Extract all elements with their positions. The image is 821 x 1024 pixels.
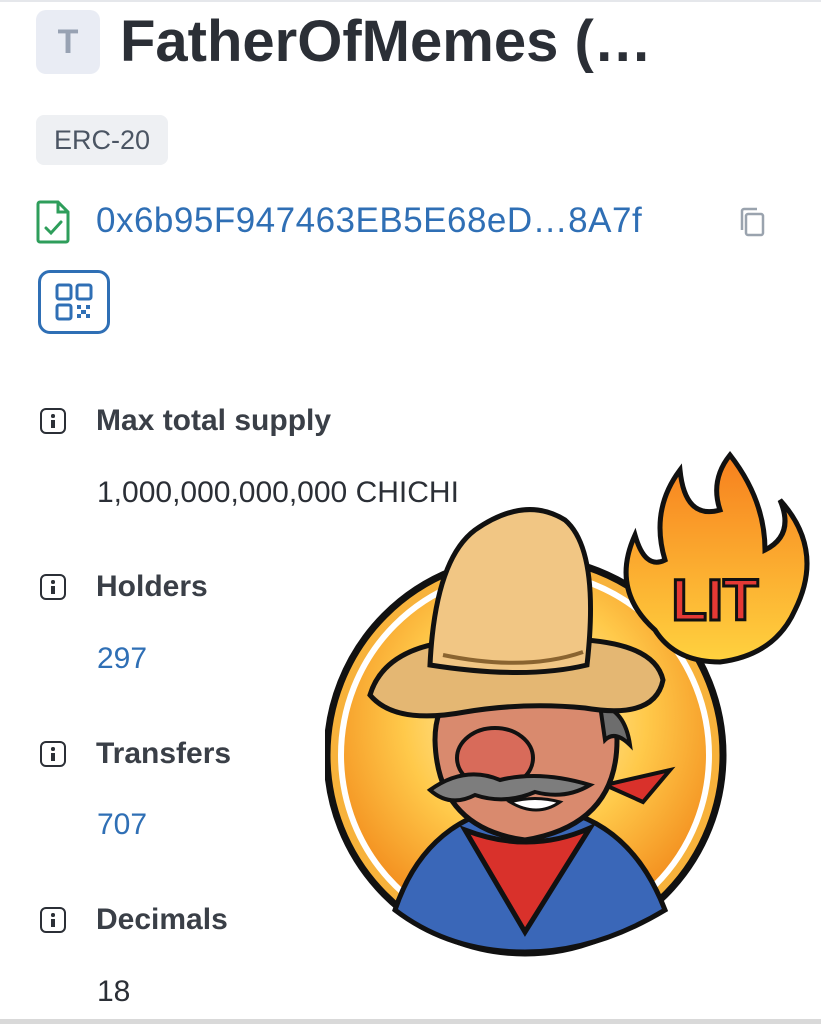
info-icon[interactable] (40, 408, 66, 434)
qr-code-button[interactable] (38, 270, 110, 334)
info-icon[interactable] (40, 574, 66, 600)
holders-value-link[interactable]: 297 (97, 642, 147, 676)
transfers-value-link[interactable]: 707 (97, 808, 147, 842)
info-icon[interactable] (40, 741, 66, 767)
token-avatar: T (36, 10, 100, 74)
contract-address-link[interactable]: 0x6b95F947463EB5E68eD…8A7f (96, 196, 642, 246)
contract-file-icon (36, 200, 70, 244)
mascot-sticker: LIT (325, 450, 810, 957)
info-icon[interactable] (40, 907, 66, 933)
qr-code-icon (55, 283, 93, 321)
page-title: FatherOfMemes (… (120, 9, 652, 74)
flame-icon: LIT (623, 450, 810, 665)
copy-icon[interactable] (737, 206, 767, 238)
lit-text: LIT (672, 568, 759, 633)
max-supply-label: Max total supply (40, 404, 331, 438)
holders-label: Holders (40, 570, 208, 604)
token-avatar-letter: T (57, 22, 79, 61)
transfers-label: Transfers (40, 737, 231, 771)
bottom-divider (0, 1019, 821, 1024)
decimals-label: Decimals (40, 903, 228, 937)
token-standard-badge: ERC-20 (36, 115, 169, 165)
decimals-value: 18 (97, 975, 131, 1008)
